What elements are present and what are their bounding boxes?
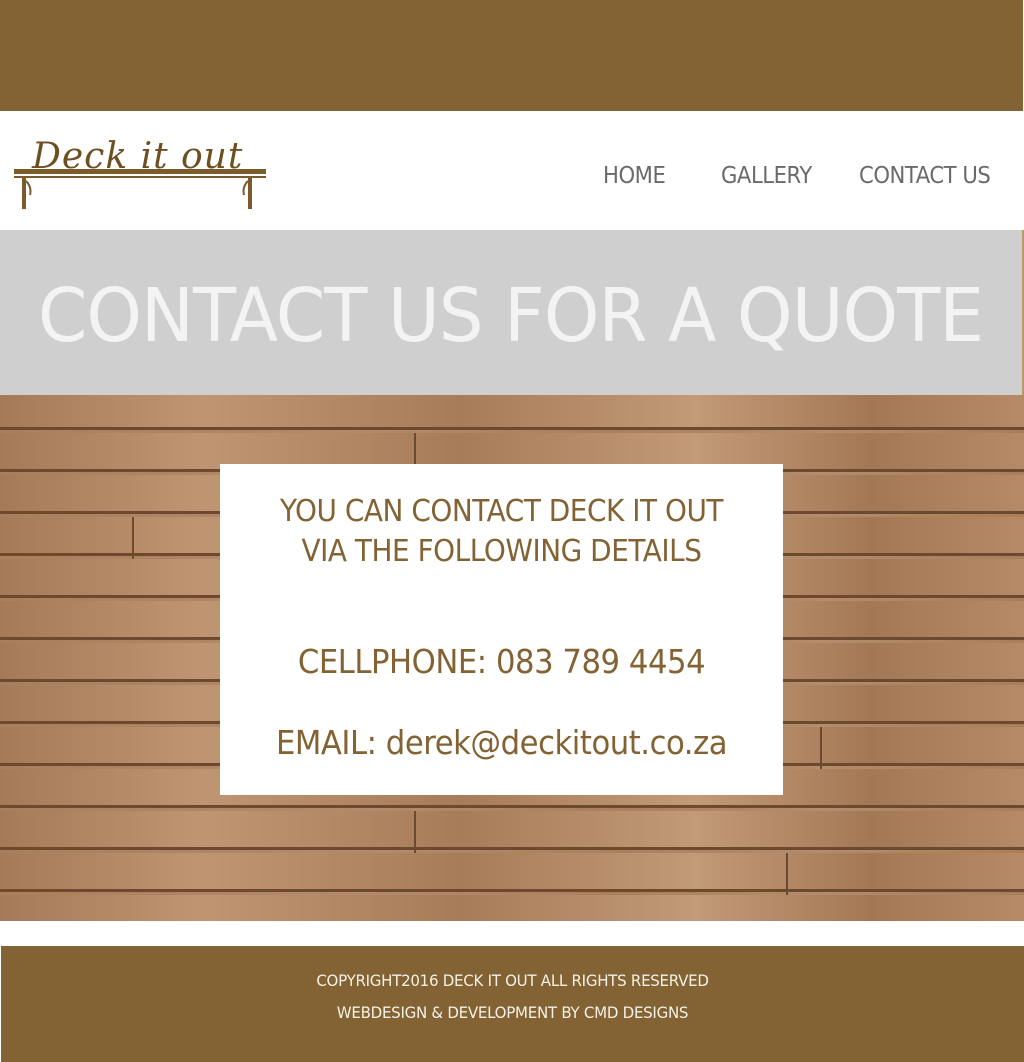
wood-plank [0, 895, 1024, 921]
nav-contact-us[interactable]: CONTACT US [859, 159, 991, 193]
footer-copyright: COPYRIGHT2016 DECK IT OUT ALL RIGHTS RES… [316, 971, 709, 990]
nav-home[interactable]: HOME [603, 159, 666, 193]
plank-seam [786, 853, 788, 895]
footer-credit: WEBDESIGN & DEVELOPMENT BY CMD DESIGNS [336, 1003, 689, 1022]
site-footer: COPYRIGHT2016 DECK IT OUT ALL RIGHTS RES… [1, 946, 1024, 1062]
contact-phone[interactable]: CELLPHONE: 083 789 4454 [240, 640, 764, 684]
plank-seam [820, 727, 822, 769]
page-title: CONTACT US FOR A QUOTE [38, 273, 984, 359]
contact-heading-line-1: YOU CAN CONTACT DECK IT OUT [279, 494, 723, 529]
contact-email[interactable]: EMAIL: derek@deckitout.co.za [240, 721, 764, 765]
plank-seam [414, 811, 416, 853]
contact-heading-line-2: VIA THE FOLLOWING DETAILS [301, 534, 702, 569]
nav-gallery[interactable]: GALLERY [721, 159, 812, 193]
page-banner: CONTACT US FOR A QUOTE [0, 230, 1024, 395]
wood-plank [0, 853, 1024, 892]
top-color-bar [0, 0, 1023, 111]
bench-icon [14, 169, 266, 209]
contact-heading: YOU CAN CONTACT DECK IT OUT VIA THE FOLL… [240, 492, 764, 572]
plank-seam [132, 517, 134, 559]
wood-plank [0, 395, 1024, 430]
site-header: Deck it out HOME GALLERY CONTACT US [0, 111, 1024, 230]
wood-plank [0, 811, 1024, 850]
site-logo[interactable]: Deck it out [12, 131, 268, 211]
contact-details-card: YOU CAN CONTACT DECK IT OUT VIA THE FOLL… [220, 464, 783, 795]
